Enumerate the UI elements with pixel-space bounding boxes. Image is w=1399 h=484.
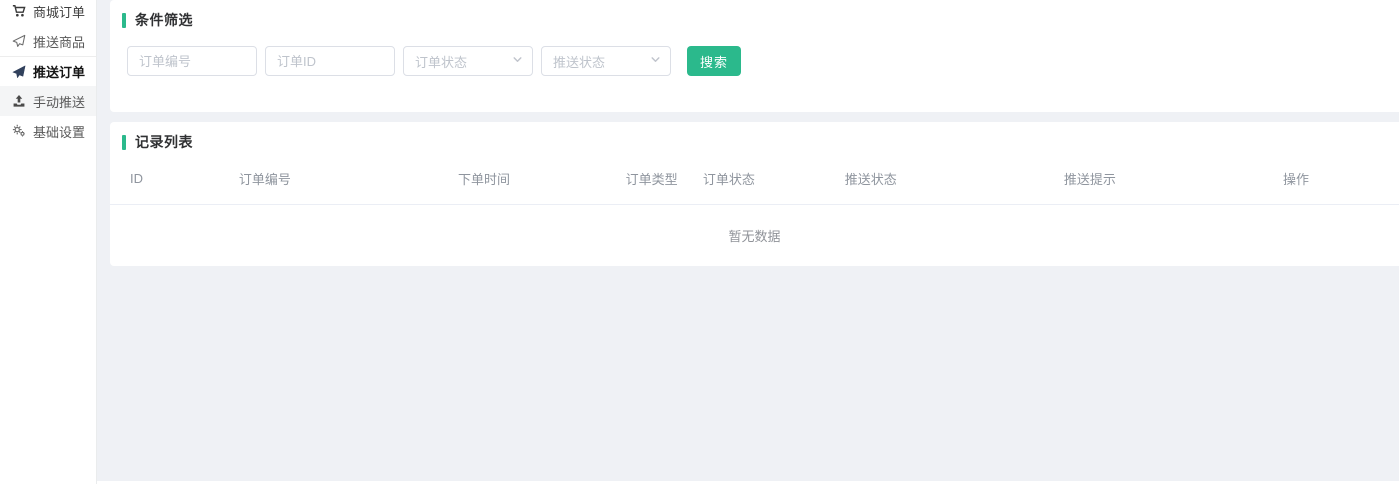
paper-plane-icon — [11, 64, 27, 79]
shopping-cart-icon — [11, 4, 27, 19]
sidebar-item-label: 基础设置 — [33, 122, 85, 141]
sidebar: 商城订单 推送商品 推送订单 手动推送 — [0, 0, 97, 484]
sidebar-item-label: 手动推送 — [33, 92, 85, 111]
paper-plane-outline-icon — [11, 34, 27, 49]
column-header-order-number: 订单编号 — [239, 156, 458, 205]
main-content: 条件筛选 订单状态 推送状态 搜索 — [97, 0, 1399, 484]
records-card: 记录列表 ID 订单编号 下单时间 订单类型 订单状态 推送状态 推送提示 — [110, 122, 1399, 266]
column-header-order-status: 订单状态 — [703, 156, 845, 205]
title-accent-bar — [122, 135, 126, 150]
push-status-placeholder: 推送状态 — [553, 52, 605, 71]
sidebar-item-label: 推送订单 — [33, 62, 85, 81]
sidebar-item-label: 推送商品 — [33, 32, 85, 51]
order-status-select[interactable]: 订单状态 — [403, 46, 533, 76]
table-header-row: ID 订单编号 下单时间 订单类型 订单状态 推送状态 推送提示 操作 — [110, 156, 1399, 205]
order-id-input[interactable] — [265, 46, 395, 76]
filter-card-title: 条件筛选 — [110, 0, 1399, 30]
sidebar-item-manual-push[interactable]: 手动推送 — [0, 86, 96, 116]
column-header-push-hint: 推送提示 — [1064, 156, 1283, 205]
app-window: 商城订单 推送商品 推送订单 手动推送 — [0, 0, 1399, 484]
records-table: ID 订单编号 下单时间 订单类型 订单状态 推送状态 推送提示 操作 — [110, 156, 1399, 205]
order-number-input[interactable] — [127, 46, 257, 76]
column-header-order-type: 订单类型 — [626, 156, 703, 205]
upload-icon — [11, 94, 27, 109]
chevron-down-icon — [650, 52, 661, 70]
empty-state-text: 暂无数据 — [110, 205, 1399, 245]
order-status-placeholder: 订单状态 — [415, 52, 467, 71]
push-status-select[interactable]: 推送状态 — [541, 46, 671, 76]
search-button[interactable]: 搜索 — [687, 46, 741, 76]
records-card-title: 记录列表 — [110, 122, 1399, 152]
sidebar-item-push-products[interactable]: 推送商品 — [0, 26, 96, 56]
column-header-push-status: 推送状态 — [845, 156, 1064, 205]
column-header-id: ID — [110, 156, 239, 205]
sidebar-item-push-orders[interactable]: 推送订单 — [0, 56, 96, 86]
sidebar-item-basic-settings[interactable]: 基础设置 — [0, 116, 96, 146]
column-header-actions: 操作 — [1283, 156, 1399, 205]
sidebar-item-mall-orders[interactable]: 商城订单 — [0, 0, 96, 26]
chevron-down-icon — [512, 52, 523, 70]
column-header-order-time: 下单时间 — [458, 156, 626, 205]
filter-row: 订单状态 推送状态 搜索 — [127, 46, 1399, 76]
title-accent-bar — [122, 13, 126, 28]
filter-card: 条件筛选 订单状态 推送状态 搜索 — [110, 0, 1399, 112]
filter-title-text: 条件筛选 — [135, 10, 193, 30]
sidebar-menu: 商城订单 推送商品 推送订单 手动推送 — [0, 0, 96, 146]
sidebar-item-label: 商城订单 — [33, 2, 85, 21]
records-title-text: 记录列表 — [135, 132, 193, 152]
gears-icon — [11, 124, 27, 139]
